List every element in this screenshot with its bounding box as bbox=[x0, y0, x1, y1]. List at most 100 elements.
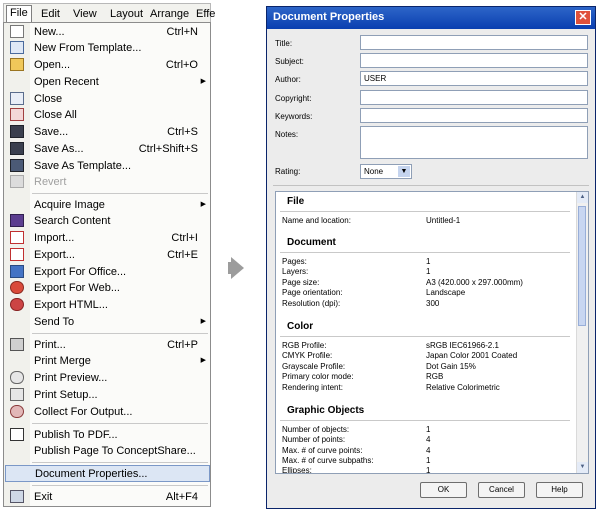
menu-view[interactable]: View bbox=[70, 6, 100, 22]
section-divider bbox=[280, 211, 570, 212]
print-preview-icon bbox=[10, 371, 24, 384]
menu-item-export-for-web[interactable]: Export For Web... bbox=[5, 280, 210, 296]
section-heading-document: Document bbox=[287, 237, 336, 248]
menu-item-save-as-template[interactable]: Save As Template... bbox=[5, 158, 210, 174]
help-button[interactable]: Help bbox=[536, 482, 583, 498]
menu-file[interactable]: File bbox=[6, 5, 32, 23]
author-field[interactable]: USER bbox=[360, 71, 588, 86]
row-key: Grayscale Profile: bbox=[282, 362, 346, 371]
menu-item-open-recent[interactable]: Open Recent ▶ bbox=[5, 74, 210, 90]
menu-item-acquire-image[interactable]: Acquire Image ▶ bbox=[5, 197, 210, 213]
search-content-icon bbox=[10, 214, 24, 227]
row-value: 1 bbox=[426, 267, 431, 276]
rating-select[interactable]: None ▼ bbox=[360, 164, 412, 179]
menu-separator bbox=[32, 193, 208, 194]
submenu-arrow-icon: ▶ bbox=[200, 318, 206, 325]
row-value: Relative Colorimetric bbox=[426, 383, 500, 392]
scrollbar-thumb[interactable] bbox=[578, 206, 586, 326]
row-value: Untitled-1 bbox=[426, 216, 461, 225]
close-icon[interactable]: ✕ bbox=[575, 10, 591, 25]
menu-item-open[interactable]: Open... Ctrl+O bbox=[5, 57, 210, 73]
row-value: sRGB IEC61966-2.1 bbox=[426, 341, 499, 350]
rating-value: None bbox=[364, 167, 384, 176]
menu-item-publish-conceptshare[interactable]: Publish Page To ConceptShare... bbox=[5, 443, 210, 459]
row-value: 1 bbox=[426, 425, 431, 434]
menu-layout[interactable]: Layout bbox=[107, 6, 146, 22]
menu-item-close[interactable]: Close bbox=[5, 91, 210, 107]
export-html-icon bbox=[10, 298, 24, 311]
subject-field[interactable] bbox=[360, 53, 588, 68]
row-value: 300 bbox=[426, 299, 440, 308]
menu-separator bbox=[32, 485, 208, 486]
save-icon bbox=[10, 125, 24, 138]
row-key: Max. # of curve subpaths: bbox=[282, 456, 374, 465]
menu-item-save[interactable]: Save... Ctrl+S bbox=[5, 124, 210, 140]
menu-item-export-html[interactable]: Export HTML... bbox=[5, 297, 210, 313]
row-key: Ellipses: bbox=[282, 466, 312, 474]
menu-item-publish-to-pdf[interactable]: Publish To PDF... bbox=[5, 427, 210, 443]
menu-item-save-as[interactable]: Save As... Ctrl+Shift+S bbox=[5, 141, 210, 157]
pdf-icon bbox=[10, 428, 24, 441]
menu-item-new[interactable]: New... Ctrl+N bbox=[5, 24, 210, 40]
collect-output-icon bbox=[10, 405, 24, 418]
menu-item-print-preview[interactable]: Print Preview... bbox=[5, 370, 210, 386]
section-divider bbox=[280, 336, 570, 337]
notes-field[interactable] bbox=[360, 126, 588, 159]
scroll-up-icon[interactable]: ▲ bbox=[577, 192, 588, 203]
row-value: 4 bbox=[426, 435, 431, 444]
row-value: RGB bbox=[426, 372, 444, 381]
row-key: RGB Profile: bbox=[282, 341, 327, 350]
menu-item-close-all[interactable]: Close All bbox=[5, 107, 210, 123]
menu-item-collect-for-output[interactable]: Collect For Output... bbox=[5, 404, 210, 420]
properties-info-panel[interactable]: File Name and location: Untitled-1 Docum… bbox=[275, 191, 589, 474]
menu-item-document-properties[interactable]: Document Properties... bbox=[5, 465, 210, 482]
row-key: Resolution (dpi): bbox=[282, 299, 341, 308]
menu-item-exit[interactable]: Exit Alt+F4 bbox=[5, 489, 210, 505]
chevron-down-icon[interactable]: ▼ bbox=[398, 166, 410, 177]
menu-arrange[interactable]: Arrange bbox=[147, 6, 192, 22]
menu-separator bbox=[32, 462, 208, 463]
file-menu: New... Ctrl+N New From Template... Open.… bbox=[3, 22, 211, 507]
new-document-icon bbox=[10, 25, 24, 38]
row-key: Name and location: bbox=[282, 216, 351, 225]
menu-item-print-merge[interactable]: Print Merge ▶ bbox=[5, 353, 210, 369]
revert-icon bbox=[10, 175, 24, 188]
row-value: Japan Color 2001 Coated bbox=[426, 351, 518, 360]
row-value: Landscape bbox=[426, 288, 466, 297]
ok-button[interactable]: OK bbox=[420, 482, 467, 498]
row-key: Page orientation: bbox=[282, 288, 343, 297]
row-key: Rendering intent: bbox=[282, 383, 343, 392]
menu-item-export-for-office[interactable]: Export For Office... bbox=[5, 264, 210, 280]
notes-label: Notes: bbox=[275, 130, 299, 139]
menu-item-export[interactable]: Export... Ctrl+E bbox=[5, 247, 210, 263]
copyright-label: Copyright: bbox=[275, 94, 312, 103]
title-field[interactable] bbox=[360, 35, 588, 50]
print-setup-icon bbox=[10, 388, 24, 401]
menu-edit[interactable]: Edit bbox=[38, 6, 63, 22]
copyright-field[interactable] bbox=[360, 90, 588, 105]
subject-label: Subject: bbox=[275, 57, 304, 66]
cancel-button[interactable]: Cancel bbox=[478, 482, 525, 498]
menu-item-send-to[interactable]: Send To ▶ bbox=[5, 314, 210, 330]
section-heading-color: Color bbox=[287, 321, 314, 332]
menu-item-new-from-template[interactable]: New From Template... bbox=[5, 40, 210, 56]
row-key: Page size: bbox=[282, 278, 320, 287]
scroll-down-icon[interactable]: ▼ bbox=[577, 462, 588, 473]
row-key: Pages: bbox=[282, 257, 307, 266]
menu-separator bbox=[32, 333, 208, 334]
menu-item-print[interactable]: Print... Ctrl+P bbox=[5, 337, 210, 353]
row-value: 1 bbox=[426, 456, 431, 465]
section-heading-graphic-objects: Graphic Objects bbox=[287, 405, 365, 416]
print-icon bbox=[10, 338, 24, 351]
menu-item-search-content[interactable]: Search Content bbox=[5, 213, 210, 229]
dialog-divider bbox=[273, 185, 589, 186]
menu-item-print-setup[interactable]: Print Setup... bbox=[5, 387, 210, 403]
dialog-title: Document Properties bbox=[273, 11, 385, 23]
menu-item-import[interactable]: Import... Ctrl+I bbox=[5, 230, 210, 246]
save-as-icon bbox=[10, 142, 24, 155]
menu-effects[interactable]: Effe bbox=[193, 6, 218, 22]
export-office-icon bbox=[10, 265, 24, 278]
close-doc-icon bbox=[10, 92, 24, 105]
vertical-scrollbar[interactable]: ▲ ▼ bbox=[576, 192, 588, 473]
keywords-field[interactable] bbox=[360, 108, 588, 123]
